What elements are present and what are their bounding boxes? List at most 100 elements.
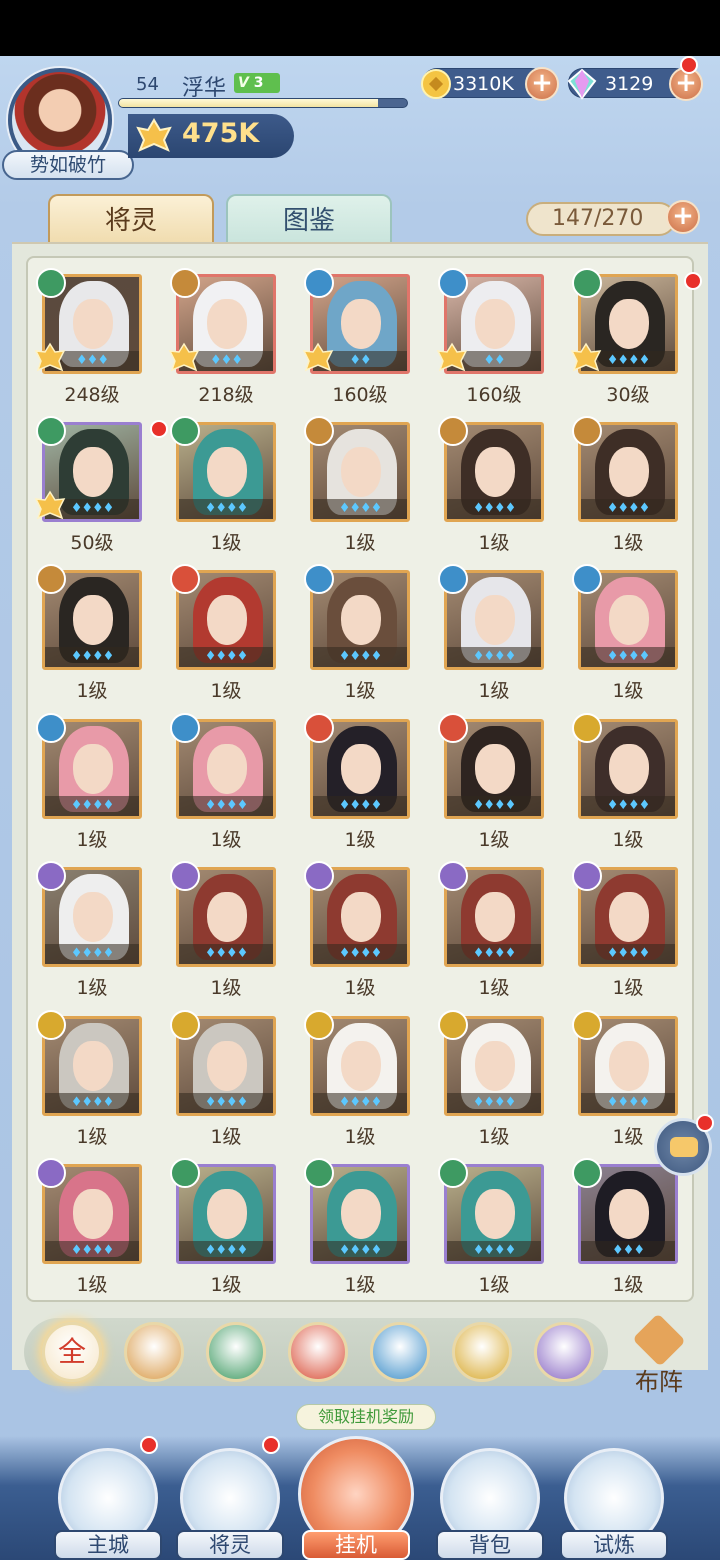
hero-card[interactable]: ♦♦♦♦ 1级 — [170, 564, 276, 706]
hero-level: 248级 — [64, 384, 120, 406]
nav-heroes-button[interactable]: 将灵 — [176, 1448, 284, 1560]
hero-stars: ♦♦♦♦ — [313, 499, 407, 519]
filter-all-button[interactable]: 全 — [42, 1322, 102, 1382]
hero-face — [609, 1041, 649, 1091]
expand-capacity-button[interactable]: + — [666, 200, 700, 234]
hero-card[interactable]: ♦♦♦♦ 50级 — [34, 416, 142, 558]
hero-stars: ♦♦♦♦ — [581, 944, 675, 964]
earth-element-icon — [170, 268, 200, 298]
hero-card[interactable]: ♦♦♦♦ 1级 — [304, 1010, 410, 1152]
hero-face — [609, 595, 649, 645]
gem-notification-dot — [680, 56, 698, 74]
add-gold-button[interactable]: + — [525, 67, 559, 101]
hero-card[interactable]: ♦♦♦ 1级 — [572, 1158, 678, 1300]
hero-card[interactable]: ♦♦♦♦ 1级 — [36, 564, 142, 706]
wind-element-icon — [170, 416, 200, 446]
filter-all-icon: 全 — [57, 1335, 86, 1368]
hero-card[interactable]: ♦♦♦♦ 1级 — [572, 564, 678, 706]
hero-card[interactable]: ♦♦♦♦ 1级 — [304, 1158, 410, 1300]
hero-face — [73, 299, 113, 349]
filter-fire-icon — [291, 1325, 345, 1379]
hero-level: 1级 — [210, 680, 242, 702]
vip-badge[interactable]: V 3 — [234, 73, 280, 93]
water-element-icon — [438, 268, 468, 298]
hero-card[interactable]: ♦♦♦♦ 1级 — [170, 416, 276, 558]
hero-card[interactable]: ♦♦♦♦ 1级 — [438, 861, 544, 1003]
hero-face — [341, 299, 381, 349]
idle-reward-label[interactable]: 领取挂机奖励 — [296, 1404, 436, 1430]
wind-element-icon — [572, 268, 602, 298]
hero-face — [207, 744, 247, 794]
hero-card[interactable]: ♦♦♦♦ 1级 — [438, 1158, 544, 1300]
hero-card[interactable]: ♦♦♦♦ 1级 — [170, 1010, 276, 1152]
hero-face — [609, 744, 649, 794]
filter-fire-button[interactable] — [288, 1322, 348, 1382]
awaken-badge-icon — [302, 342, 334, 372]
hero-card[interactable]: ♦♦♦♦ 1级 — [36, 861, 142, 1003]
hero-face — [207, 1189, 247, 1239]
filter-wind-button[interactable] — [206, 1322, 266, 1382]
player-level: 54 — [136, 74, 159, 95]
tab-heroes[interactable]: 将灵 — [48, 194, 214, 244]
dark-element-icon — [36, 861, 66, 891]
hero-card[interactable]: ♦♦♦♦ 1级 — [572, 713, 678, 855]
tab-codex[interactable]: 图鉴 — [226, 194, 392, 244]
hero-level: 1级 — [344, 1126, 376, 1148]
filter-dark-button[interactable] — [534, 1322, 594, 1382]
hero-card[interactable]: ♦♦♦♦ 30级 — [570, 268, 678, 410]
hero-face — [475, 1189, 515, 1239]
nav-idle-button[interactable]: 挂机 — [298, 1436, 414, 1560]
gold-value: 3310K — [453, 73, 514, 95]
hero-card[interactable]: ♦♦♦♦ 1级 — [170, 1158, 276, 1300]
hero-level: 1级 — [344, 680, 376, 702]
hero-card[interactable]: ♦♦♦♦ 1级 — [438, 564, 544, 706]
hero-level: 1级 — [478, 532, 510, 554]
hero-card[interactable]: ♦♦♦♦ 1级 — [438, 713, 544, 855]
gem-counter: 3129 + — [567, 67, 703, 101]
hero-card[interactable]: ♦♦♦♦ 1级 — [304, 713, 410, 855]
gem-icon — [567, 68, 597, 100]
hero-face — [207, 892, 247, 942]
hero-level: 1级 — [210, 1126, 242, 1148]
hero-card[interactable]: ♦♦ 160级 — [436, 268, 544, 410]
filter-water-button[interactable] — [370, 1322, 430, 1382]
hero-level: 1级 — [210, 532, 242, 554]
hero-face — [475, 892, 515, 942]
hero-stars: ♦♦♦♦ — [581, 1093, 675, 1113]
nav-main-city-button[interactable]: 主城 — [54, 1448, 162, 1560]
filter-light-button[interactable] — [452, 1322, 512, 1382]
hero-card[interactable]: ♦♦♦♦ 1级 — [36, 1010, 142, 1152]
hero-card[interactable]: ♦♦♦♦ 1级 — [438, 416, 544, 558]
hero-card[interactable]: ♦♦♦ 218级 — [168, 268, 276, 410]
nav-bag-button[interactable]: 背包 — [436, 1448, 544, 1560]
hero-face — [341, 1189, 381, 1239]
hero-stars: ♦♦♦♦ — [447, 796, 541, 816]
hero-face — [609, 892, 649, 942]
flag-icon — [632, 1313, 686, 1367]
hero-card[interactable]: ♦♦♦ 248级 — [34, 268, 142, 410]
hero-face — [475, 744, 515, 794]
hero-card[interactable]: ♦♦♦♦ 1级 — [36, 713, 142, 855]
filter-earth-button[interactable] — [124, 1322, 184, 1382]
hero-card[interactable]: ♦♦♦♦ 1级 — [170, 713, 276, 855]
water-element-icon — [304, 268, 334, 298]
hero-card[interactable]: ♦♦♦♦ 1级 — [36, 1158, 142, 1300]
hero-face — [73, 892, 113, 942]
awaken-badge-icon — [168, 342, 200, 372]
hero-card[interactable]: ♦♦♦♦ 1级 — [304, 861, 410, 1003]
hero-card[interactable]: ♦♦♦♦ 1级 — [304, 416, 410, 558]
hero-card[interactable]: ♦♦♦♦ 1级 — [572, 416, 678, 558]
hero-stars: ♦♦♦♦ — [581, 499, 675, 519]
hero-face — [207, 595, 247, 645]
hero-level: 1级 — [478, 977, 510, 999]
hero-card[interactable]: ♦♦♦♦ 1级 — [304, 564, 410, 706]
hero-card[interactable]: ♦♦♦♦ 1级 — [170, 861, 276, 1003]
hero-card[interactable]: ♦♦ 160级 — [302, 268, 410, 410]
hero-level: 1级 — [210, 829, 242, 851]
formation-button[interactable]: 布阵 — [622, 1313, 696, 1396]
awaken-badge-icon — [34, 490, 66, 520]
hero-card[interactable]: ♦♦♦♦ 1级 — [572, 861, 678, 1003]
light-element-icon — [572, 713, 602, 743]
nav-trial-button[interactable]: 试炼 — [560, 1448, 668, 1560]
hero-card[interactable]: ♦♦♦♦ 1级 — [438, 1010, 544, 1152]
